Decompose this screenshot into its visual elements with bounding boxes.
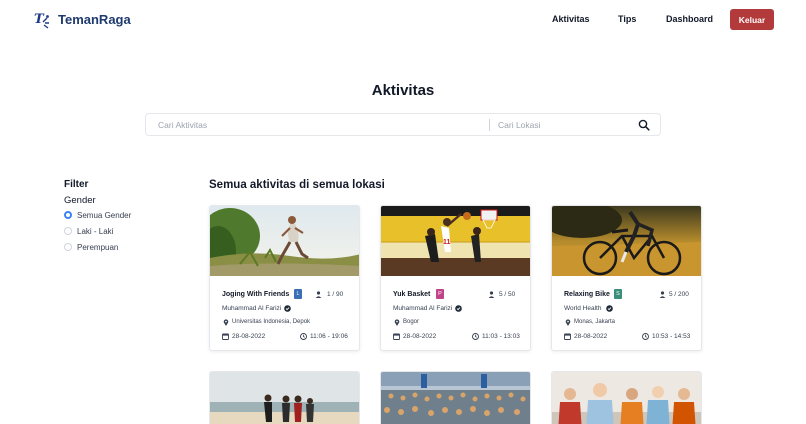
search-bar — [145, 113, 661, 136]
nav-link-aktivitas[interactable]: Aktivitas — [552, 14, 590, 24]
gender-badge: S — [614, 289, 622, 299]
capacity-count: 5 / 50 — [499, 291, 516, 298]
activity-card[interactable] — [380, 371, 531, 424]
activity-card[interactable] — [209, 371, 360, 424]
gender-option-female[interactable]: Perempuan — [64, 241, 118, 253]
organizer-name: Muhammad Al Farizi — [393, 305, 453, 312]
card-title: Relaxing Bike — [564, 291, 610, 298]
date-text: 28-08-2022 — [403, 333, 437, 340]
nav-link-dashboard[interactable]: Dashboard — [666, 14, 713, 24]
user-icon — [659, 291, 666, 298]
capacity-count: 5 / 200 — [669, 291, 689, 298]
gender-option-label: Laki - Laki — [77, 226, 114, 236]
gender-badge: P — [436, 289, 444, 299]
verified-icon — [455, 305, 462, 312]
search-icon[interactable] — [638, 119, 650, 131]
gender-option-male[interactable]: Laki - Laki — [64, 225, 113, 237]
navbar: T TemanRaga Aktivitas Tips Dashboard Kel… — [0, 0, 806, 40]
search-divider — [489, 119, 490, 131]
activity-card[interactable]: 11 Yuk Basket P 5 / 50 Muhammad Al Fariz… — [380, 205, 531, 351]
location-icon — [565, 319, 571, 326]
radio-unchecked[interactable] — [64, 243, 72, 251]
gender-option-label: Semua Gender — [77, 210, 132, 220]
logo-icon[interactable]: T — [34, 11, 50, 29]
location-text: Monas, Jakarta — [574, 319, 616, 325]
user-icon — [488, 291, 495, 298]
location-text: Bogor — [403, 319, 420, 325]
organizer-name: Muhammad Al Farizi — [222, 305, 282, 312]
date-text: 28-08-2022 — [232, 333, 266, 340]
clock-icon — [472, 333, 479, 340]
filter-gender-label: Gender — [64, 195, 96, 206]
radio-checked[interactable] — [64, 211, 72, 219]
calendar-icon — [564, 333, 571, 340]
calendar-icon — [393, 333, 400, 340]
clock-icon — [300, 333, 307, 340]
calendar-icon — [222, 333, 229, 340]
svg-text:11: 11 — [443, 239, 451, 246]
nav-link-tips[interactable]: Tips — [618, 14, 636, 24]
card-title: Joging With Friends — [222, 291, 290, 298]
activity-image: 11 — [381, 206, 530, 276]
filter-title: Filter — [64, 179, 89, 190]
location-search-input[interactable] — [498, 117, 628, 133]
activity-image — [210, 206, 359, 276]
gender-option-all[interactable]: Semua Gender — [64, 209, 131, 221]
location-text: Universitas Indonesia, Depok — [232, 319, 311, 325]
organizer-name: World Health — [564, 305, 602, 312]
location-icon — [394, 319, 400, 326]
activity-card[interactable]: Relaxing Bike S 5 / 200 World Health Mon… — [551, 205, 702, 351]
activity-card[interactable] — [551, 371, 702, 424]
section-title: Semua aktivitas di semua lokasi — [209, 179, 385, 191]
location-icon — [223, 319, 229, 326]
activity-card[interactable]: Joging With Friends L 1 / 90 Muhammad Al… — [209, 205, 360, 351]
activity-image — [381, 372, 530, 424]
brand-name[interactable]: TemanRaga — [58, 12, 131, 27]
radio-unchecked[interactable] — [64, 227, 72, 235]
activity-image — [210, 372, 359, 424]
verified-icon — [606, 305, 613, 312]
time-text: 10:53 - 14:53 — [652, 333, 691, 340]
activity-image — [552, 206, 701, 276]
time-text: 11:03 - 13:03 — [482, 333, 520, 340]
gender-badge: L — [294, 289, 302, 299]
activity-search-input[interactable] — [158, 117, 478, 133]
logout-button[interactable]: Keluar — [730, 9, 774, 30]
capacity-count: 1 / 90 — [327, 291, 344, 298]
user-icon — [315, 291, 322, 298]
svg-text:T: T — [34, 12, 45, 27]
time-text: 11:06 - 19:06 — [310, 333, 348, 340]
gender-option-label: Perempuan — [77, 242, 119, 252]
activity-image — [552, 372, 701, 424]
page-title: Aktivitas — [371, 82, 435, 99]
verified-icon — [284, 305, 291, 312]
clock-icon — [642, 333, 649, 340]
card-title: Yuk Basket — [393, 291, 431, 298]
date-text: 28-08-2022 — [574, 333, 608, 340]
